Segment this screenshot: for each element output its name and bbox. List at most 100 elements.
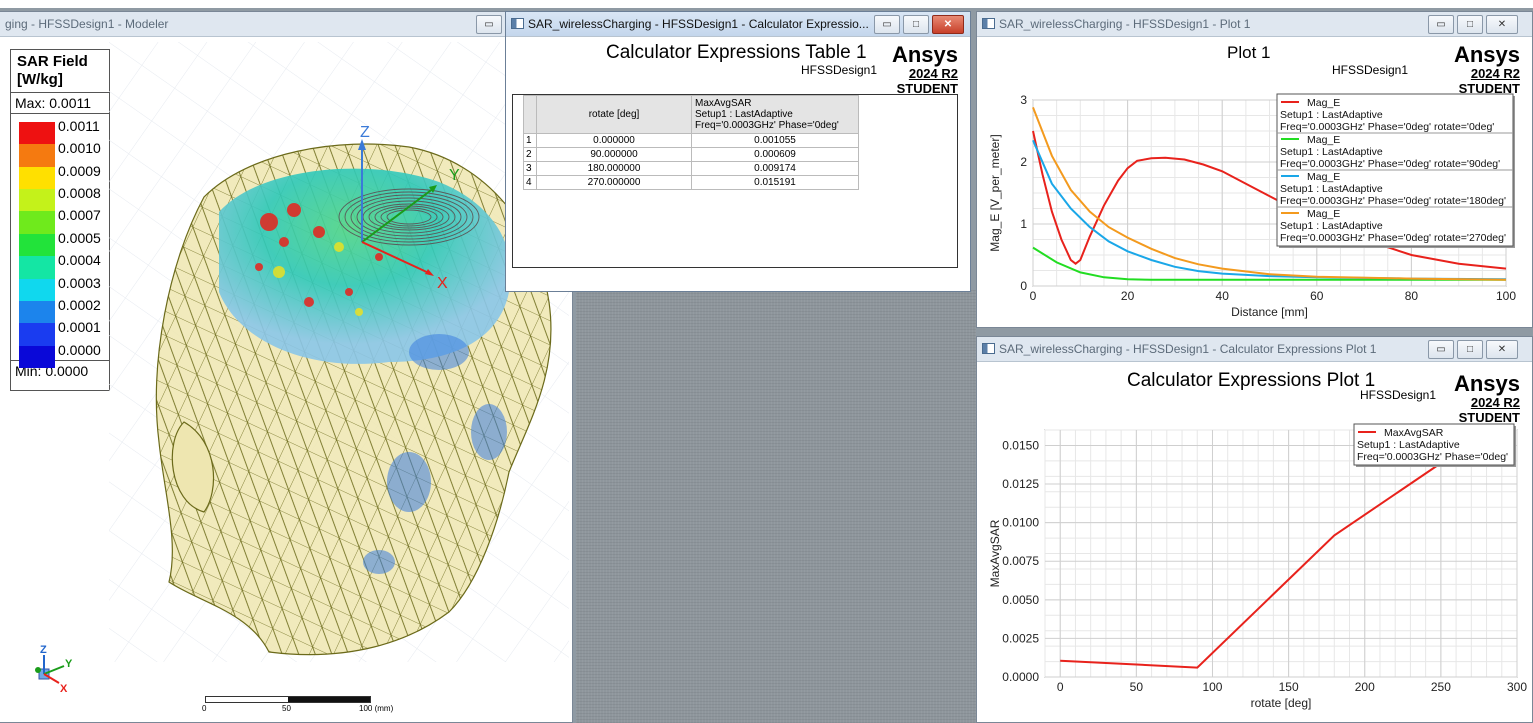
plot1-heading: Plot 1 <box>1227 43 1271 62</box>
x-tick-label: 200 <box>1355 680 1375 694</box>
window-icon <box>982 343 995 354</box>
ansys-brand: Ansys 2024 R2 STUDENT <box>1453 42 1520 97</box>
sar-cell[interactable]: 0.009174 <box>691 161 859 176</box>
y-tick-label: 0.0100 <box>1002 516 1039 530</box>
close-button[interactable]: ✕ <box>932 15 964 34</box>
legend-level-label: 0.0005 <box>58 229 101 246</box>
calc-table-titlebar[interactable]: SAR_wirelessCharging - HFSSDesign1 - Cal… <box>506 12 970 37</box>
brand-name: Ansys <box>891 42 958 67</box>
calc-table-design: HFSSDesign1 <box>801 63 878 77</box>
rotate-cell[interactable]: 270.000000 <box>536 175 692 190</box>
legend-swatch <box>19 278 55 301</box>
table-row[interactable]: 2 90.000000 0.000609 <box>523 147 859 162</box>
y-tick-label: 0 <box>1020 279 1027 293</box>
sar-cell[interactable]: 0.001055 <box>691 133 859 148</box>
legend-swatch <box>19 233 55 257</box>
y-tick-label: 0.0150 <box>1002 438 1039 452</box>
plot1-chart[interactable]: 0 20 40 60 80 100 0 1 2 3 Distance [mm] Mag_E [V_pe… <box>977 92 1532 327</box>
x-tick-label: 60 <box>1310 289 1324 303</box>
sar-cell[interactable]: 0.000609 <box>691 147 859 162</box>
rotate-cell[interactable]: 0.000000 <box>536 133 692 148</box>
rotate-cell[interactable]: 90.000000 <box>536 147 692 162</box>
legend-series-name: Mag_E <box>1307 208 1340 220</box>
legend-level-label: 0.0008 <box>58 185 101 202</box>
head-model-viewport[interactable]: Z Y X <box>109 42 569 662</box>
plot1-title: SAR_wirelessCharging - HFSSDesign1 - Plo… <box>999 17 1251 31</box>
close-button[interactable]: ✕ <box>1486 340 1518 359</box>
workspace-background <box>576 290 976 723</box>
legend-series-name: Mag_E <box>1307 97 1340 109</box>
ansys-brand: Ansys 2024 R2 STUDENT <box>891 42 958 97</box>
legend-level-label: 0.0002 <box>58 296 101 313</box>
legend-title: SAR Field <box>17 53 88 70</box>
triad-y-label: Y <box>65 658 73 670</box>
legend-swatch <box>19 345 55 368</box>
rotate-cell[interactable]: 180.000000 <box>536 161 692 176</box>
brand-name: Ansys <box>1453 371 1520 396</box>
plot2-window[interactable]: SAR_wirelessCharging - HFSSDesign1 - Cal… <box>976 336 1533 723</box>
table-row[interactable]: 4 270.000000 0.015191 <box>523 175 859 190</box>
brand-name: Ansys <box>1453 42 1520 67</box>
x-tick-label: 150 <box>1279 680 1299 694</box>
scale-bar <box>205 696 371 703</box>
x-tick-label: 0 <box>1030 289 1037 303</box>
calc-table-title: SAR_wirelessCharging - HFSSDesign1 - Cal… <box>528 17 869 31</box>
sar-legend: SAR Field [W/kg] Max: 0.0011 0.0011 0.001… <box>10 49 110 391</box>
plot2-heading: Calculator Expressions Plot 1 <box>1127 370 1376 391</box>
plot1-design: HFSSDesign1 <box>1332 63 1409 77</box>
legend-series-desc: Freq='0.0003GHz' Phase='0deg' rotate='90… <box>1280 158 1500 170</box>
view-triad[interactable]: Z Y X <box>29 637 89 697</box>
legend-level-label: 0.0007 <box>58 207 101 224</box>
minimize-button[interactable]: ▭ <box>476 15 502 34</box>
legend-level-label: 0.0011 <box>58 118 100 134</box>
ansys-brand: Ansys 2024 R2 STUDENT <box>1453 371 1520 426</box>
row-index: 3 <box>523 161 537 176</box>
minimize-button[interactable]: ▭ <box>1428 340 1454 359</box>
maximize-button[interactable]: □ <box>903 15 929 34</box>
plot1-window[interactable]: SAR_wirelessCharging - HFSSDesign1 - Plo… <box>976 11 1533 328</box>
legend-levels: 0.0011 0.0010 0.0009 0.0008 0.0007 0.0005 0.00… <box>11 114 109 368</box>
modeler-window[interactable]: ging - HFSSDesign1 - Modeler ▭ A SAR Fie… <box>0 11 573 723</box>
x-tick-label: 100 <box>1496 289 1516 303</box>
calc-table-window[interactable]: SAR_wirelessCharging - HFSSDesign1 - Cal… <box>505 11 971 292</box>
y-tick-label: 0.0075 <box>1002 554 1039 568</box>
legend-swatch <box>19 144 55 167</box>
legend-swatch <box>19 256 55 279</box>
axis-z-label: Z <box>360 124 370 141</box>
maximize-button[interactable]: □ <box>1457 15 1483 34</box>
top-strip <box>0 0 1533 8</box>
legend-level-label: 0.0003 <box>58 274 101 291</box>
legend-series-setup: Setup1 : LastAdaptive <box>1280 146 1383 158</box>
scale-label-100: 100 (mm) <box>359 704 394 713</box>
legend-series-desc: Freq='0.0003GHz' Phase='0deg' rotate='0d… <box>1280 121 1494 133</box>
legend-swatch <box>19 211 55 234</box>
sar-col-freq: Freq='0.0003GHz' Phase='0deg' <box>695 120 839 131</box>
plot2-chart[interactable]: 0 50 100 150 200 250 300 0.0000 0.0025 0.0050 0.00… <box>977 422 1532 722</box>
brand-version: 2024 R2 <box>908 66 958 81</box>
plot2-title: SAR_wirelessCharging - HFSSDesign1 - Cal… <box>999 342 1377 356</box>
x-tick-label: 300 <box>1507 680 1527 694</box>
plot1-titlebar[interactable]: SAR_wirelessCharging - HFSSDesign1 - Plo… <box>977 12 1532 37</box>
minimize-button[interactable]: ▭ <box>874 15 900 34</box>
column-header-rotate[interactable]: rotate [deg] <box>536 95 692 134</box>
y-tick-label: 1 <box>1020 217 1027 231</box>
x-tick-label: 50 <box>1130 680 1144 694</box>
table-row[interactable]: 3 180.000000 0.009174 <box>523 161 859 176</box>
legend-series-name: MaxAvgSAR <box>1384 427 1444 439</box>
minimize-button[interactable]: ▭ <box>1428 15 1454 34</box>
brand-version: 2024 R2 <box>1470 395 1520 410</box>
column-header-sar[interactable]: MaxAvgSAR Setup1 : LastAdaptive Freq='0.… <box>691 95 859 134</box>
close-button[interactable]: ✕ <box>1486 15 1518 34</box>
y-tick-label: 0.0050 <box>1002 593 1039 607</box>
table-row[interactable]: 1 0.000000 0.001055 <box>523 133 859 148</box>
legend-level-label: 0.0009 <box>58 162 101 179</box>
legend-series-setup: Setup1 : LastAdaptive <box>1280 109 1383 121</box>
calc-table[interactable]: rotate [deg] MaxAvgSAR Setup1 : LastAdap… <box>523 95 859 190</box>
maximize-button[interactable]: □ <box>1457 340 1483 359</box>
legend-series-setup: Setup1 : LastAdaptive <box>1280 183 1383 195</box>
sar-cell[interactable]: 0.015191 <box>691 175 859 190</box>
calc-table-heading: Calculator Expressions Table 1 <box>606 42 867 63</box>
plot2-titlebar[interactable]: SAR_wirelessCharging - HFSSDesign1 - Cal… <box>977 337 1532 362</box>
modeler-titlebar[interactable]: ging - HFSSDesign1 - Modeler ▭ <box>0 12 572 37</box>
legend-swatch <box>19 300 55 324</box>
